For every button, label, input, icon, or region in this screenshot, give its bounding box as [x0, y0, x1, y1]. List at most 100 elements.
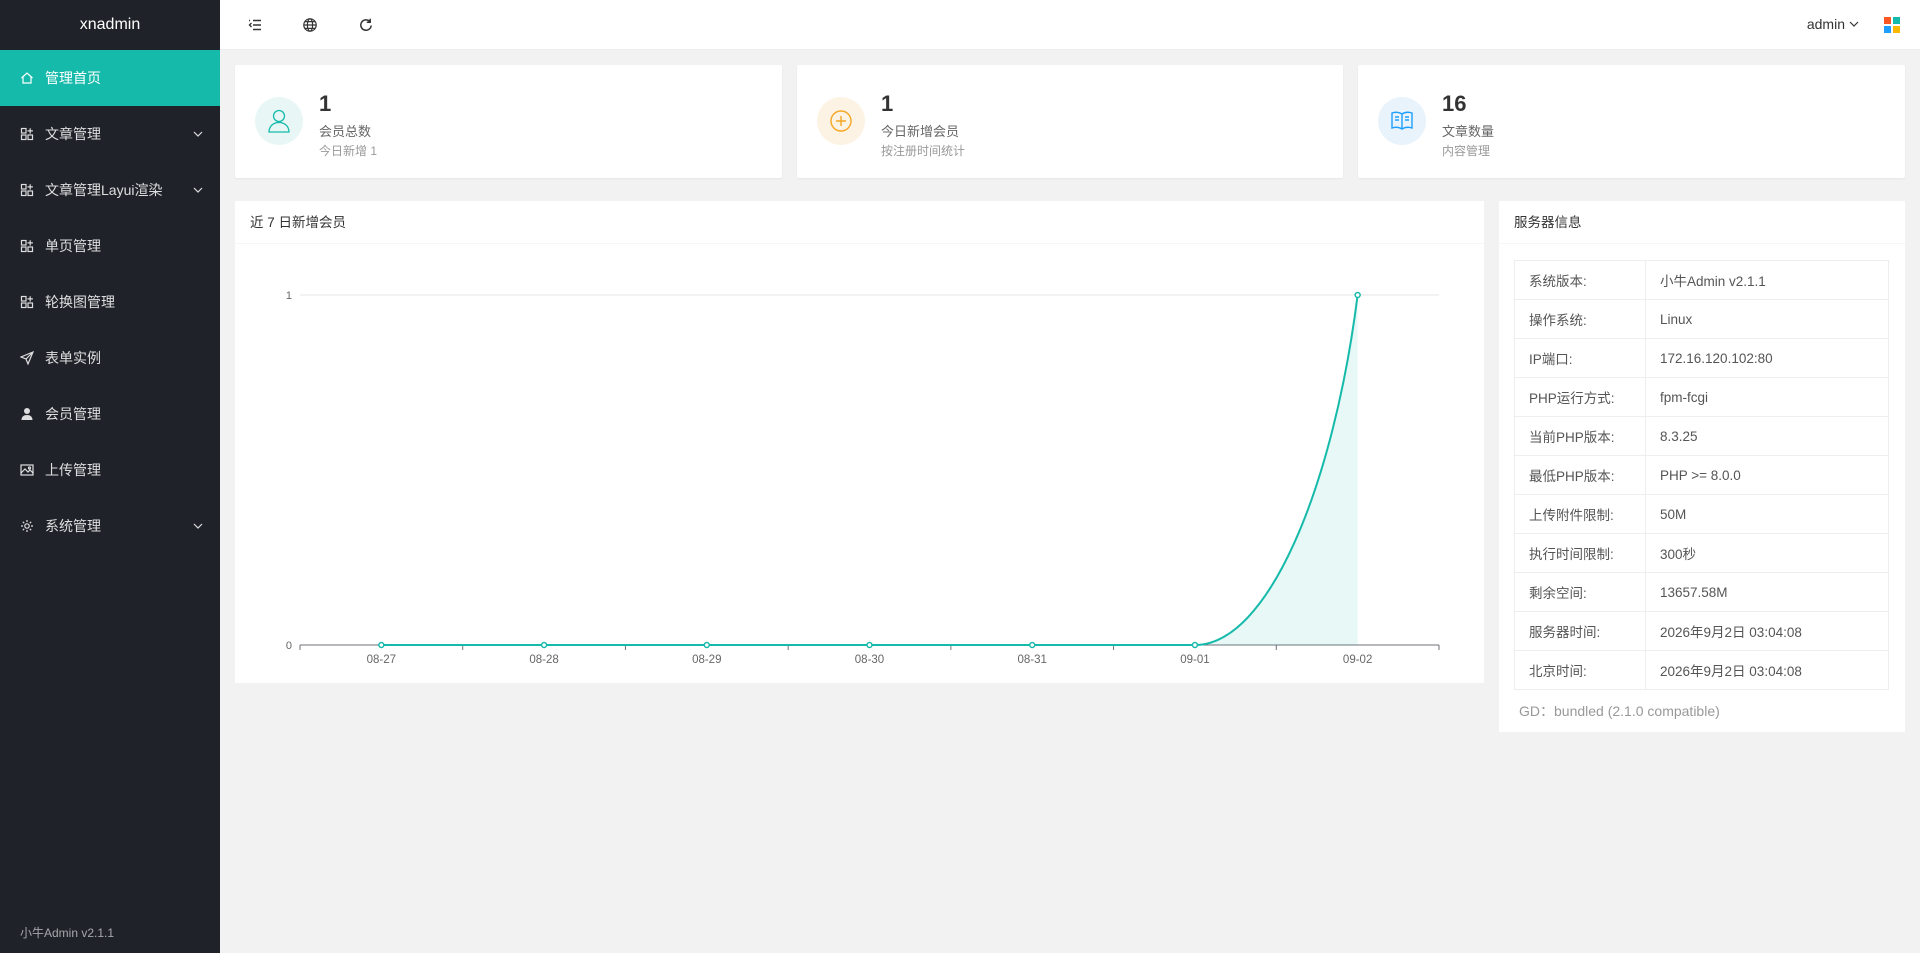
grid-icon [20, 239, 34, 253]
chevron-down-icon [193, 131, 203, 137]
stat-card-articles: 16 文章数量 内容管理 [1358, 65, 1905, 178]
version-footer: 小牛Admin v2.1.1 [20, 926, 115, 940]
info-row: 服务器时间: 2026年9月2日 03:04:08 [1514, 611, 1889, 651]
info-value: 小牛Admin v2.1.1 [1645, 260, 1889, 300]
data-point [540, 641, 548, 649]
x-tick-label: 09-01 [1180, 654, 1209, 666]
info-row: 最低PHP版本: PHP >= 8.0.0 [1514, 455, 1889, 495]
sidebar-item-1[interactable]: 文章管理 [0, 106, 220, 162]
stat-sub: 按注册时间统计 [881, 144, 966, 158]
stat-icon-circle [817, 97, 865, 145]
sidebar-item-8[interactable]: 系统管理 [0, 498, 220, 554]
app-logo[interactable]: xnadmin [0, 0, 220, 50]
info-value: 300秒 [1645, 533, 1889, 573]
info-key: 服务器时间: [1514, 611, 1646, 651]
x-tick-label: 09-02 [1343, 654, 1372, 666]
stat-sub: 今日新增 1 [319, 144, 378, 158]
stat-value: 16 [1442, 91, 1467, 116]
chevron-down-icon [1849, 21, 1859, 27]
chart-panel: 近 7 日新增会员 0 1 08-27 08-28 08-29 08-30 08-31 09-… [235, 201, 1484, 683]
x-tick-label: 08-29 [692, 654, 721, 666]
info-value: 50M [1645, 494, 1889, 534]
book-icon [1391, 111, 1413, 130]
gear-icon [20, 519, 34, 533]
info-key: 剩余空间: [1514, 572, 1646, 612]
info-row: 上传附件限制: 50M [1514, 494, 1889, 534]
info-row: 执行时间限制: 300秒 [1514, 533, 1889, 573]
y-tick-label: 0 [286, 640, 292, 652]
info-key: 操作系统: [1514, 299, 1646, 339]
info-value: 2026年9月2日 03:04:08 [1645, 611, 1889, 651]
data-point [1191, 641, 1199, 649]
sidebar-item-label: 系统管理 [45, 518, 101, 534]
menu-toggle-icon[interactable] [245, 15, 265, 35]
stat-value: 1 [881, 91, 894, 116]
stat-label: 会员总数 [319, 124, 372, 139]
sidebar-item-label: 文章管理 [45, 126, 101, 142]
info-row: 当前PHP版本: 8.3.25 [1514, 416, 1889, 456]
chart-panel-title: 近 7 日新增会员 [235, 201, 1484, 244]
grid-icon [20, 127, 34, 141]
sidebar-item-label: 管理首页 [45, 70, 101, 86]
info-row: 操作系统: Linux [1514, 299, 1889, 339]
sidebar-item-label: 上传管理 [45, 462, 101, 478]
y-tick-label: 1 [286, 290, 292, 302]
sidebar-item-0[interactable]: 管理首页 [0, 50, 220, 106]
sidebar-item-label: 会员管理 [45, 406, 101, 422]
image-icon [20, 463, 34, 477]
info-key: 当前PHP版本: [1514, 416, 1646, 456]
globe-icon[interactable] [300, 15, 320, 35]
info-key: 系统版本: [1514, 260, 1646, 300]
stat-card-new-members: 1 今日新增会员 按注册时间统计 [797, 65, 1343, 178]
gd-info: GD：bundled (2.1.0 compatible) [1519, 703, 1720, 719]
info-row: 系统版本: 小牛Admin v2.1.1 [1514, 260, 1889, 300]
sidebar-item-2[interactable]: 文章管理Layui渲染 [0, 162, 220, 218]
data-point [378, 641, 385, 649]
info-value: 13657.58M [1645, 572, 1889, 612]
stat-card-members: 1 会员总数 今日新增 1 [235, 65, 782, 178]
info-key: 最低PHP版本: [1514, 455, 1646, 495]
plus-circle-icon [830, 110, 852, 132]
data-point [1354, 291, 1361, 299]
stat-label: 文章数量 [1442, 124, 1495, 139]
info-value: 2026年9月2日 03:04:08 [1645, 650, 1889, 690]
sidebar-item-label: 表单实例 [45, 350, 101, 366]
info-row: IP端口: 172.16.120.102:80 [1514, 338, 1889, 378]
stat-sub: 内容管理 [1442, 144, 1491, 158]
user-menu[interactable]: admin [1807, 16, 1860, 32]
x-tick-label: 08-30 [855, 654, 884, 666]
chevron-down-icon [193, 523, 203, 529]
info-row: 北京时间: 2026年9月2日 03:04:08 [1514, 650, 1889, 690]
sidebar: xnadmin 管理首页文章管理文章管理Layui渲染 单页管理轮换图管理表单实例… [0, 0, 220, 953]
stat-icon-circle [1378, 97, 1426, 145]
stat-icon-circle [255, 97, 303, 145]
user-outline-icon [268, 109, 290, 133]
sidebar-item-6[interactable]: 会员管理 [0, 386, 220, 442]
grid-icon [20, 183, 34, 197]
user-name: admin [1806, 16, 1845, 32]
sidebar-item-5[interactable]: 表单实例 [0, 330, 220, 386]
data-point [1028, 641, 1036, 649]
sidebar-item-label: 单页管理 [45, 238, 101, 254]
sidebar-item-3[interactable]: 单页管理 [0, 218, 220, 274]
info-key: 上传附件限制: [1514, 494, 1646, 534]
refresh-icon[interactable] [356, 15, 376, 35]
x-tick-label: 08-31 [1018, 654, 1047, 666]
info-key: IP端口: [1514, 338, 1646, 378]
server-info-table: 系统版本: 小牛Admin v2.1.1 操作系统: Linux IP端口: 172.16… [1514, 260, 1889, 690]
info-key: PHP运行方式: [1514, 377, 1646, 417]
home-icon [20, 71, 34, 85]
top-header: admin [220, 0, 1920, 50]
sidebar-item-4[interactable]: 轮换图管理 [0, 274, 220, 330]
sidebar-item-label: 文章管理Layui渲染 [45, 182, 163, 198]
data-point [866, 641, 873, 649]
sidebar-item-7[interactable]: 上传管理 [0, 442, 220, 498]
info-value: 8.3.25 [1645, 416, 1889, 456]
chevron-down-icon [193, 187, 203, 193]
x-tick-label: 08-27 [367, 654, 396, 666]
x-tick-label: 08-28 [529, 654, 558, 666]
theme-icon[interactable] [1884, 17, 1900, 33]
sidebar-item-label: 轮换图管理 [45, 294, 115, 310]
server-info-panel: 服务器信息 系统版本: 小牛Admin v2.1.1 操作系统: Linux IP端口:… [1499, 201, 1905, 732]
info-value: Linux [1645, 299, 1889, 339]
